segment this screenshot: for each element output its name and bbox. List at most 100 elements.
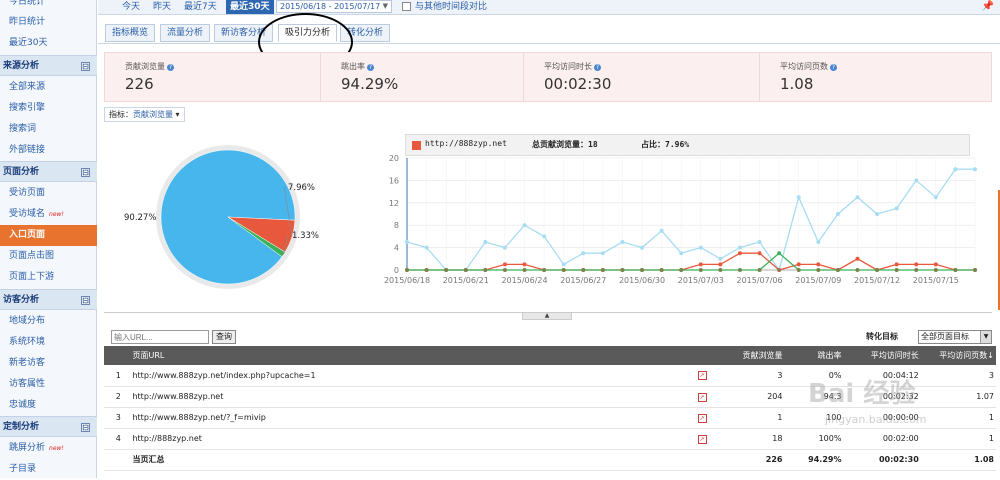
- tab-conversion[interactable]: 转化分析: [340, 24, 391, 42]
- sidebar-item-yesterday[interactable]: 昨日统计: [0, 12, 97, 33]
- data-point[interactable]: [698, 245, 703, 250]
- data-point[interactable]: [679, 251, 684, 256]
- sidebar-section-pages[interactable]: 页面分析 ⊟: [0, 161, 97, 182]
- data-point[interactable]: [737, 245, 742, 250]
- sidebar-item-new-returning[interactable]: 新老访客: [0, 353, 97, 374]
- collapse-icon[interactable]: ⊟: [81, 62, 90, 71]
- sidebar-item-last30[interactable]: 最近30天: [0, 33, 97, 54]
- data-point[interactable]: [855, 256, 860, 261]
- query-button[interactable]: 查询: [212, 330, 236, 344]
- data-point[interactable]: [620, 240, 625, 244]
- data-point[interactable]: [640, 245, 645, 250]
- sidebar-item-visited-pages[interactable]: 受访页面: [0, 183, 97, 204]
- today-button[interactable]: 今天: [122, 0, 140, 14]
- data-point[interactable]: [502, 245, 507, 250]
- external-link-icon[interactable]: ↗: [697, 371, 707, 381]
- col-avg-duration[interactable]: 平均访问时长: [847, 346, 925, 365]
- sidebar-item-visited-domains[interactable]: 受访域名 new!: [0, 204, 97, 225]
- compare-label[interactable]: 与其他时间段对比: [415, 0, 487, 14]
- data-point[interactable]: [522, 262, 527, 267]
- tab-new-visitors[interactable]: 新访客分析: [214, 24, 274, 42]
- table-row[interactable]: 3 http://www.888zyp.net/?_f=mivip ↗ 1 100 00:…: [104, 407, 996, 429]
- col-bounce[interactable]: 跳出率: [788, 346, 848, 365]
- sidebar-item-jump-analysis[interactable]: 跳屏分析 new!: [0, 438, 97, 459]
- data-point[interactable]: [894, 262, 899, 267]
- metric-select[interactable]: 指标：贡献浏览量 ▾: [104, 107, 185, 122]
- table-row[interactable]: 2 http://www.888zyp.net ↗ 204 94.3 00:02:32 1.…: [104, 386, 996, 408]
- data-point[interactable]: [816, 240, 821, 244]
- tab-attraction[interactable]: 吸引力分析: [278, 24, 338, 42]
- data-point[interactable]: [561, 262, 566, 267]
- data-point[interactable]: [796, 195, 801, 200]
- data-point[interactable]: [522, 223, 527, 228]
- collapse-icon[interactable]: ⊟: [81, 168, 90, 177]
- sidebar-item-loyalty[interactable]: 忠诚度: [0, 395, 97, 416]
- data-point[interactable]: [894, 206, 899, 211]
- data-point[interactable]: [835, 212, 840, 216]
- last30-button[interactable]: 最近30天: [226, 0, 274, 14]
- data-point[interactable]: [718, 262, 723, 267]
- data-point[interactable]: [777, 251, 782, 256]
- data-point[interactable]: [796, 262, 801, 267]
- tab-overview[interactable]: 指标概览: [105, 24, 156, 42]
- external-link-icon[interactable]: ↗: [697, 434, 707, 444]
- collapse-chart-button[interactable]: ▲: [522, 312, 572, 320]
- data-point[interactable]: [405, 240, 409, 244]
- sidebar-item-search-engine[interactable]: 搜索引擎: [0, 98, 97, 119]
- sidebar-item-region[interactable]: 地域分布: [0, 311, 97, 332]
- external-link-icon[interactable]: ↗: [697, 413, 707, 423]
- sidebar-item-page-flow[interactable]: 页面上下游: [0, 267, 97, 288]
- table-row[interactable]: 1 http://www.888zyp.net/index.php?upcache…: [104, 365, 996, 387]
- data-point[interactable]: [737, 251, 742, 256]
- sidebar-item-click-map[interactable]: 页面点击图: [0, 246, 97, 267]
- data-point[interactable]: [483, 240, 488, 244]
- data-point[interactable]: [757, 240, 762, 244]
- data-point[interactable]: [698, 262, 703, 267]
- col-pageviews[interactable]: 贡献浏览量: [722, 346, 789, 365]
- page-url-link[interactable]: http://888zyp.net: [132, 428, 682, 450]
- yesterday-button[interactable]: 昨天: [153, 0, 171, 14]
- date-range-picker[interactable]: 2015/06/18 - 2015/07/17 ▼: [276, 0, 392, 13]
- data-point[interactable]: [581, 251, 586, 256]
- sidebar-item-search-words[interactable]: 搜索词: [0, 119, 97, 140]
- data-point[interactable]: [502, 262, 507, 267]
- sidebar-section-custom[interactable]: 定制分析 ⊟: [0, 416, 97, 437]
- conversion-goal-select[interactable]: 全部页面目标 ▼: [918, 330, 992, 344]
- pin-icon[interactable]: 📌: [982, 1, 994, 12]
- sidebar-section-source[interactable]: 来源分析 ⊟: [0, 55, 97, 76]
- sidebar-item-visitor-attrs[interactable]: 访客属性: [0, 374, 97, 395]
- data-point[interactable]: [973, 167, 977, 172]
- data-point[interactable]: [542, 234, 547, 239]
- data-point[interactable]: [914, 178, 919, 183]
- data-point[interactable]: [914, 262, 919, 267]
- data-point[interactable]: [659, 228, 664, 233]
- data-point[interactable]: [953, 167, 958, 172]
- data-point[interactable]: [816, 262, 821, 267]
- last7-button[interactable]: 最近7天: [184, 0, 217, 14]
- collapse-icon[interactable]: ⊟: [81, 423, 90, 432]
- data-point[interactable]: [600, 251, 605, 256]
- collapse-icon[interactable]: ⊟: [81, 296, 90, 305]
- external-link-icon[interactable]: ↗: [697, 392, 707, 402]
- page-url-link[interactable]: http://www.888zyp.net/index.php?upcache=…: [132, 365, 682, 387]
- data-point[interactable]: [933, 262, 938, 267]
- data-point[interactable]: [718, 256, 723, 261]
- compare-checkbox[interactable]: [402, 2, 411, 11]
- data-point[interactable]: [757, 251, 762, 256]
- sidebar-item-system-env[interactable]: 系统环境: [0, 332, 97, 353]
- url-search-input[interactable]: [111, 330, 209, 344]
- table-row[interactable]: 4 http://888zyp.net ↗ 18 100% 00:02:00 1: [104, 428, 996, 450]
- page-url-link[interactable]: http://www.888zyp.net/?_f=mivip: [132, 407, 682, 429]
- data-point[interactable]: [424, 245, 429, 250]
- sidebar-section-visitors[interactable]: 访客分析 ⊟: [0, 289, 97, 310]
- sidebar-item-subdirectory[interactable]: 子目录: [0, 459, 97, 480]
- sidebar-item-entry-pages[interactable]: 入口页面: [0, 225, 97, 246]
- sidebar-item-all-sources[interactable]: 全部来源: [0, 77, 97, 98]
- data-point[interactable]: [855, 195, 860, 200]
- col-avg-pages[interactable]: 平均访问页数↓: [924, 346, 996, 365]
- data-point[interactable]: [933, 195, 938, 200]
- page-url-link[interactable]: http://www.888zyp.net: [132, 386, 682, 408]
- sidebar-item-external-links[interactable]: 外部链接: [0, 140, 97, 161]
- tab-traffic[interactable]: 流量分析: [160, 24, 211, 42]
- col-url[interactable]: 页面URL: [132, 346, 682, 365]
